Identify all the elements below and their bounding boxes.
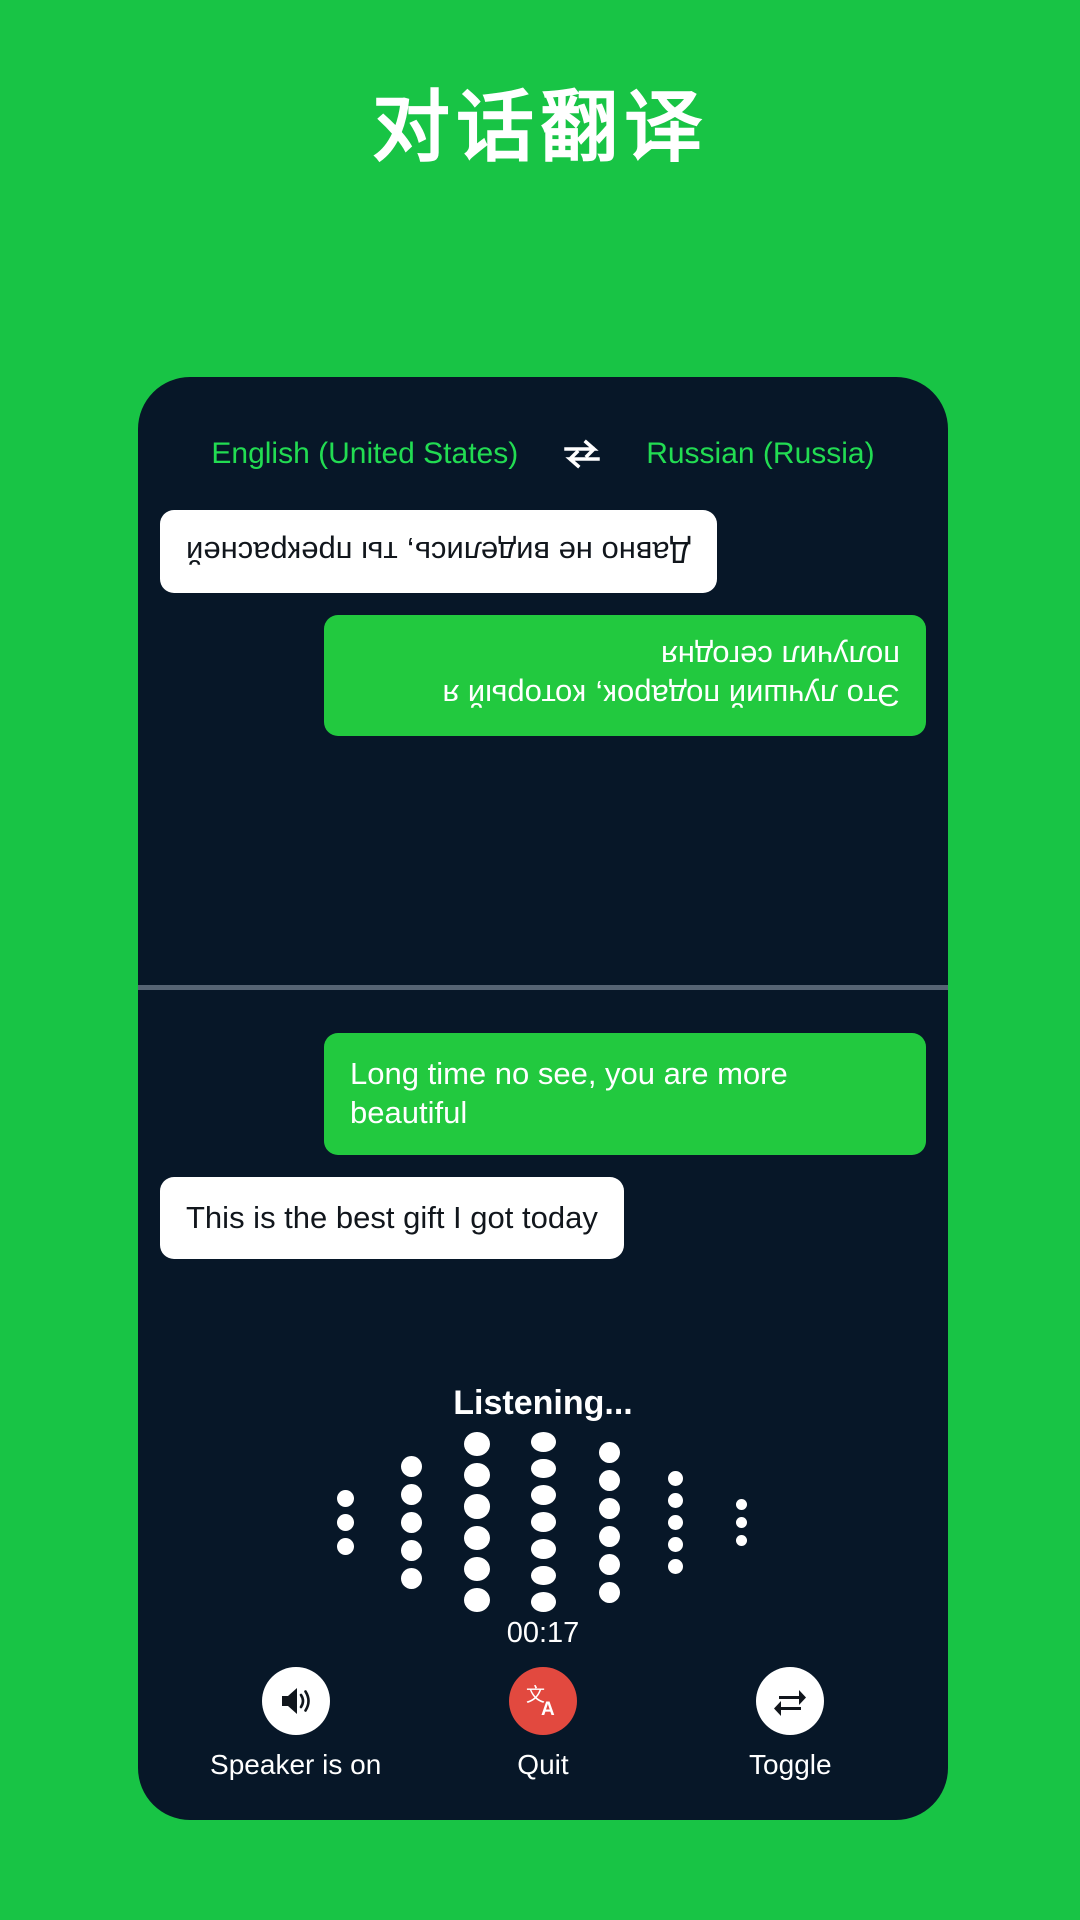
message-bubble-ru-green[interactable]: Это лучший подарок, который я получил се…	[324, 614, 926, 737]
message-bubble-en-green[interactable]: Long time no see, you are more beautiful	[324, 1033, 926, 1155]
waveform-dot	[464, 1463, 490, 1488]
waveform-dot	[598, 1497, 620, 1519]
waveform-column	[444, 1431, 510, 1613]
waveform-dot	[530, 1592, 556, 1613]
waveform-column	[708, 1432, 774, 1612]
waveform-column	[378, 1432, 444, 1612]
source-language-selector[interactable]: English (United States)	[211, 437, 518, 471]
message-bubble-ru-white[interactable]: Давно не виделись, ты прекрасней	[160, 510, 717, 593]
waveform-dot	[336, 1489, 354, 1507]
toggle-button[interactable]: Toggle	[690, 1667, 890, 1781]
waveform-dot	[598, 1525, 620, 1547]
swap-horizontal-icon[interactable]	[562, 439, 602, 469]
waveform-dot	[530, 1458, 556, 1479]
lower-conversation-pane: Long time no see, you are more beautiful…	[138, 1007, 948, 1337]
bottom-controls: Speaker is on 文 A Quit Toggle	[138, 1667, 948, 1781]
waveform-column	[576, 1432, 642, 1612]
language-bar: English (United States) Russian (Russia)	[138, 437, 948, 471]
waveform-dot	[598, 1441, 620, 1463]
phone-panel: English (United States) Russian (Russia)…	[138, 377, 948, 1820]
target-language-selector[interactable]: Russian (Russia)	[646, 437, 874, 471]
pane-divider	[138, 985, 948, 990]
translate-icon[interactable]: 文 A	[508, 1667, 577, 1735]
speaker-button-label: Speaker is on	[210, 1749, 382, 1780]
quit-button-label: Quit	[517, 1749, 569, 1780]
waveform-dot	[667, 1470, 683, 1486]
waveform-dot	[735, 1516, 747, 1528]
waveform-dot	[530, 1431, 556, 1452]
waveform-dot	[400, 1567, 422, 1589]
waveform-dot	[598, 1553, 620, 1575]
waveform-dot	[464, 1525, 490, 1550]
waveform-dot	[400, 1483, 422, 1505]
waveform-dot	[598, 1581, 620, 1603]
waveform-dot	[400, 1539, 422, 1561]
waveform-dot	[464, 1431, 490, 1457]
audio-waveform	[138, 1431, 948, 1613]
waveform-dot	[530, 1485, 556, 1506]
message-bubble-en-white[interactable]: This is the best gift I got today	[160, 1176, 624, 1260]
message-row: This is the best gift I got today	[160, 1176, 926, 1260]
waveform-dot	[464, 1494, 490, 1519]
page-title: 对话翻译	[371, 83, 708, 171]
waveform-dot	[464, 1587, 490, 1613]
svg-text:A: A	[541, 1699, 555, 1719]
waveform-dot	[530, 1512, 556, 1532]
waveform-dot	[530, 1565, 556, 1586]
speaker-button[interactable]: Speaker is on	[196, 1667, 396, 1781]
listening-status-label: Listening...	[453, 1384, 633, 1422]
waveform-dot	[598, 1469, 620, 1491]
screen-root: 对话翻译 English (United States) Russian (Ru…	[0, 0, 1080, 1920]
quit-button[interactable]: 文 A Quit	[443, 1667, 643, 1781]
waveform-dot	[530, 1538, 556, 1559]
waveform-dot	[464, 1556, 490, 1581]
upper-conversation-pane: Это лучший подарок, который я получил се…	[138, 472, 948, 987]
swap-loop-icon[interactable]	[756, 1667, 825, 1735]
message-row: Давно не виделись, ты прекрасней	[160, 510, 926, 593]
waveform-column	[642, 1432, 708, 1612]
waveform-column	[312, 1432, 378, 1612]
waveform-dot	[336, 1513, 354, 1531]
waveform-dot	[735, 1498, 747, 1510]
speaker-on-icon[interactable]	[261, 1667, 330, 1735]
waveform-dot	[400, 1511, 422, 1533]
message-row: Long time no see, you are more beautiful	[160, 1033, 926, 1155]
waveform-dot	[667, 1514, 683, 1530]
waveform-column	[510, 1431, 576, 1613]
waveform-dot	[667, 1536, 683, 1552]
message-row: Это лучший подарок, который я получил се…	[160, 614, 926, 737]
waveform-dot	[735, 1534, 747, 1546]
waveform-dot	[667, 1558, 683, 1574]
waveform-dot	[336, 1537, 354, 1555]
waveform-dot	[667, 1492, 683, 1508]
toggle-button-label: Toggle	[749, 1749, 832, 1780]
recording-timer: 00:17	[506, 1617, 580, 1649]
waveform-dot	[400, 1455, 422, 1477]
